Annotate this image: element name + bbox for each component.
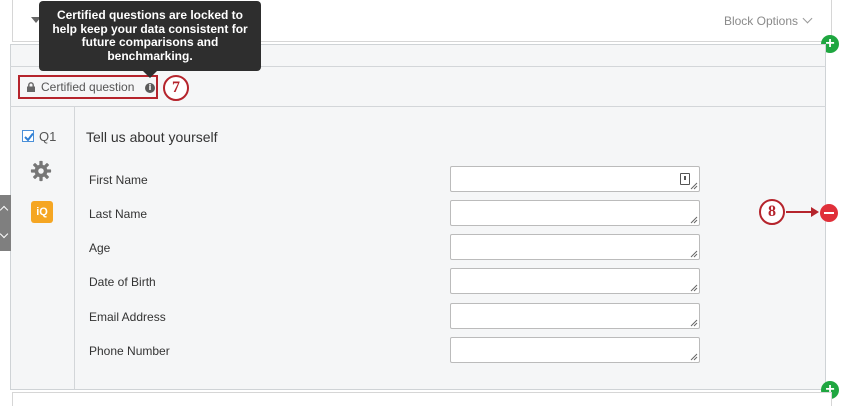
panel-divider: [74, 107, 75, 389]
info-icon[interactable]: i: [145, 83, 155, 93]
resize-grip-icon[interactable]: [690, 182, 698, 190]
bottom-block: [12, 392, 832, 406]
tooltip-arrow: [143, 71, 157, 78]
callout-8: 8: [759, 199, 785, 225]
panel-divider: [10, 106, 826, 107]
field-label-first-name: First Name: [89, 173, 148, 187]
chevron-down-icon[interactable]: [0, 229, 9, 239]
resize-grip-icon[interactable]: [690, 250, 698, 258]
remove-question-button[interactable]: [820, 204, 838, 222]
callout-arrow-head: [811, 207, 819, 217]
field-label-age: Age: [89, 241, 111, 255]
last-name-input[interactable]: [450, 200, 700, 226]
field-label-phone-number: Phone Number: [89, 344, 170, 358]
question-select-checkbox[interactable]: [22, 130, 34, 142]
resize-grip-icon[interactable]: [690, 216, 698, 224]
certified-question-badge: Certified question i: [18, 75, 158, 99]
block-options-label: Block Options: [723, 14, 798, 28]
chevron-up-icon[interactable]: [0, 205, 9, 215]
iq-icon[interactable]: iQ: [31, 201, 53, 223]
age-input[interactable]: [450, 234, 700, 260]
chevron-down-icon: [802, 13, 813, 24]
certified-tooltip: Certified questions are locked to help k…: [39, 1, 261, 71]
contact-card-icon[interactable]: [680, 173, 690, 185]
field-label-last-name: Last Name: [89, 207, 148, 221]
certified-question-label: Certified question: [41, 80, 135, 94]
resize-grip-icon[interactable]: [690, 353, 698, 361]
lock-icon: [27, 82, 35, 92]
date-of-birth-input[interactable]: [450, 268, 700, 294]
callout-7: 7: [163, 75, 189, 101]
question-number: Q1: [39, 129, 57, 144]
callout-arrow: [786, 211, 814, 213]
block-options-button[interactable]: Block Options: [723, 13, 813, 28]
field-label-date-of-birth: Date of Birth: [89, 275, 156, 289]
field-label-email-address: Email Address: [89, 310, 166, 324]
resize-grip-icon[interactable]: [690, 319, 698, 327]
first-name-input[interactable]: [450, 166, 700, 192]
gear-icon[interactable]: [30, 160, 52, 182]
email-address-input[interactable]: [450, 303, 700, 329]
question-nav-tab[interactable]: [0, 195, 11, 251]
resize-grip-icon[interactable]: [690, 284, 698, 292]
checkmark-icon: [24, 132, 34, 142]
question-text[interactable]: Tell us about yourself: [86, 129, 218, 145]
phone-number-input[interactable]: [450, 337, 700, 363]
